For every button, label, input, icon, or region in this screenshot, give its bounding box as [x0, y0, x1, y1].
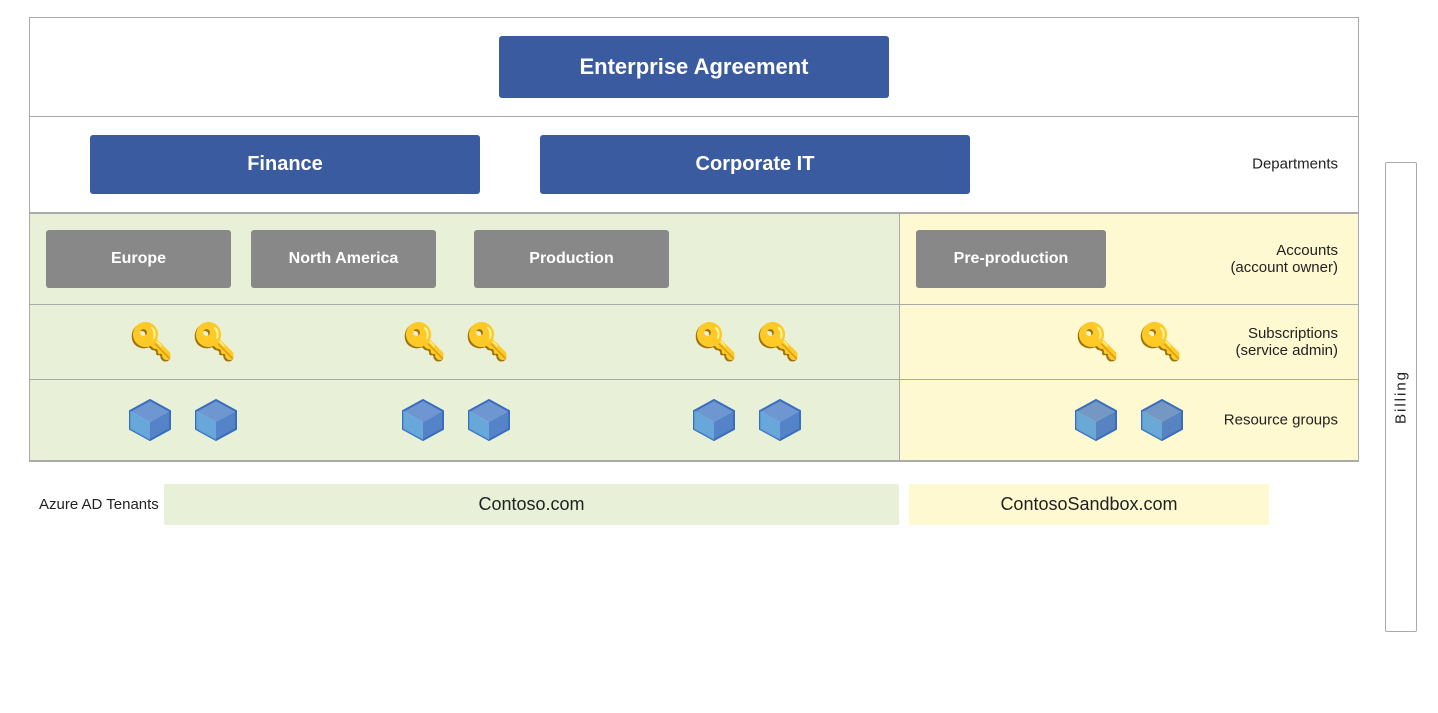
subscriptions-sublabel: (service admin) — [1235, 342, 1338, 359]
pre-production-resource-group — [1037, 396, 1222, 444]
pre-production-subscription-group: 🔑 🔑 — [1037, 321, 1222, 363]
subscriptions-green-zone: 🔑 🔑 🔑 🔑 🔑 🔑 — [30, 305, 900, 379]
azure-ad-row: Azure AD Tenants Contoso.com ContosoSand… — [29, 472, 1409, 537]
cube-icon-2 — [192, 396, 240, 444]
cube-icon-4 — [465, 396, 513, 444]
key-icon-2: 🔑 — [192, 321, 237, 363]
cube-icon-8 — [1138, 396, 1186, 444]
cube-icon-1 — [126, 396, 174, 444]
north-america-subscription-group: 🔑 🔑 — [363, 321, 548, 363]
contoso-sandbox-box: ContosoSandbox.com — [909, 484, 1269, 525]
subscriptions-label: Subscriptions — [1235, 325, 1338, 342]
departments-row: Finance Corporate IT Departments — [30, 117, 1358, 213]
key-icon-6: 🔑 — [756, 321, 801, 363]
production-subscription-group: 🔑 🔑 — [654, 321, 839, 363]
pre-production-account-box: Pre-production — [916, 230, 1106, 288]
cube-icon-7 — [1072, 396, 1120, 444]
cube-icon-5 — [690, 396, 738, 444]
resource-groups-label: Resource groups — [1224, 411, 1338, 428]
corporate-it-dept-box: Corporate IT — [540, 135, 970, 194]
azure-ad-tenants-label: Azure AD Tenants — [29, 496, 164, 513]
contoso-box: Contoso.com — [164, 484, 899, 525]
north-america-resource-group — [363, 396, 548, 444]
departments-label: Departments — [1252, 156, 1338, 173]
billing-label: Billing — [1385, 162, 1417, 632]
europe-resource-group — [90, 396, 275, 444]
accounts-label: Accounts — [1230, 242, 1338, 259]
production-resource-group — [654, 396, 839, 444]
europe-subscription-group: 🔑 🔑 — [90, 321, 275, 363]
enterprise-agreement-box: Enterprise Agreement — [499, 36, 888, 98]
europe-account-box: Europe — [46, 230, 231, 288]
key-icon-8: 🔑 — [1138, 321, 1183, 363]
cube-icon-6 — [756, 396, 804, 444]
key-icon-5: 🔑 — [693, 321, 738, 363]
key-icon-7: 🔑 — [1075, 321, 1120, 363]
production-account-box: Production — [474, 230, 669, 288]
accounts-sublabel: (account owner) — [1230, 259, 1338, 276]
north-america-account-box: North America — [251, 230, 436, 288]
key-icon-1: 🔑 — [129, 321, 174, 363]
key-icon-3: 🔑 — [402, 321, 447, 363]
enterprise-agreement-row: Enterprise Agreement — [30, 18, 1358, 117]
cube-icon-3 — [399, 396, 447, 444]
accounts-green-zone: Europe North America Production — [30, 214, 900, 304]
finance-dept-box: Finance — [90, 135, 480, 194]
resources-green-zone — [30, 380, 900, 460]
key-icon-4: 🔑 — [465, 321, 510, 363]
